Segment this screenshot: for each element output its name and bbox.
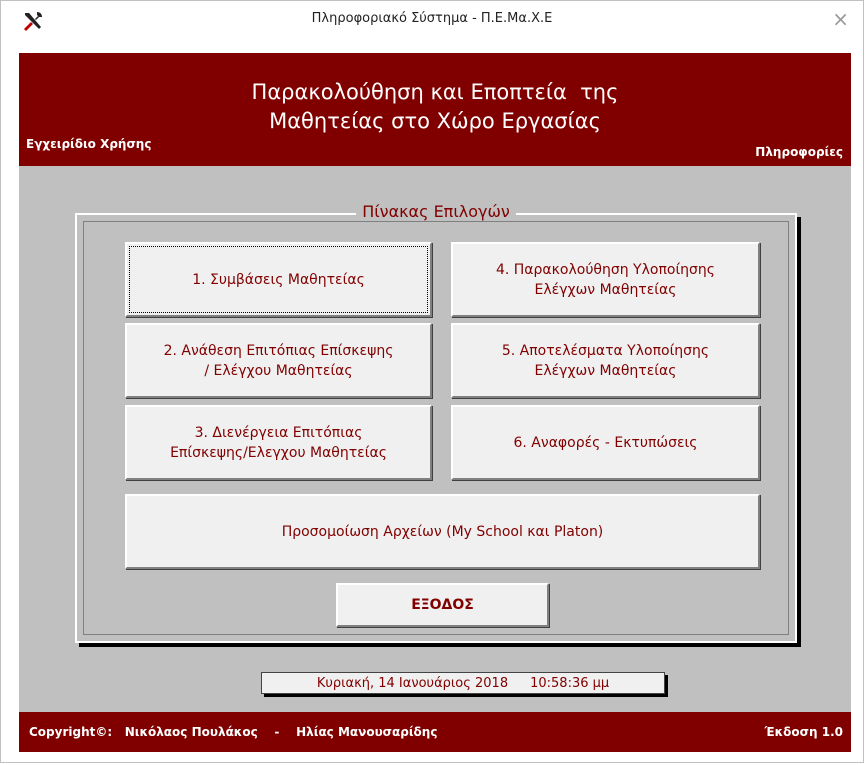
copyright-info: Copyright©: Νικόλαος Πουλάκος - Ηλίας Μα… <box>29 725 437 739</box>
conduct-visit-button[interactable]: 3. Διενέργεια Επιτόπιας Επίσκεψης/Ελεγχο… <box>125 405 432 480</box>
implementation-results-line2: Ελέγχων Μαθητείας <box>534 362 677 379</box>
date-time-status: Κυριακή, 14 Ιανουάριος 2018 10:58:36 μμ <box>261 672 665 694</box>
app-window: Πληροφοριακό Σύστημα - Π.Ε.Μα.Χ.Ε × Παρα… <box>0 0 864 763</box>
window-title: Πληροφοριακό Σύστημα - Π.Ε.Μα.Χ.Ε <box>311 11 553 26</box>
conduct-visit-line2: Επίσκεψης/Ελεγχου Μαθητείας <box>170 444 387 461</box>
copyright-label: Copyright©: <box>29 725 113 739</box>
implementation-results-line1: 5. Αποτελέσματα Υλοποίησης <box>501 342 710 359</box>
file-simulation-button-label: Προσομοίωση Αρχείων (My School και Plato… <box>281 523 604 540</box>
info-link[interactable]: Πληροφορίες <box>755 145 843 159</box>
exit-button-label: ΕΞΟΔΟΣ <box>411 597 474 613</box>
file-simulation-button[interactable]: Προσομοίωση Αρχείων (My School και Plato… <box>125 494 760 569</box>
author2: Ηλίας Μανουσαρίδης <box>296 725 438 739</box>
assign-visit-line2: / Ελέγχου Μαθητείας <box>204 362 353 379</box>
status-time: 10:58:36 μμ <box>530 676 610 691</box>
version-label: Έκδοση 1.0 <box>764 725 844 739</box>
footer-bar: Copyright©: Νικόλαος Πουλάκος - Ηλίας Μα… <box>19 712 851 752</box>
contracts-button[interactable]: 1. Συμβάσεις Μαθητείας <box>125 242 432 317</box>
implementation-results-button-text: 5. Αποτελέσματα Υλοποίησης Ελέγχων Μαθητ… <box>502 341 709 381</box>
author-separator: - <box>274 725 280 739</box>
implementation-results-button[interactable]: 5. Αποτελέσματα Υλοποίησης Ελέγχων Μαθητ… <box>451 323 760 398</box>
title-bar: Πληροφοριακό Σύστημα - Π.Ε.Μα.Χ.Ε × <box>1 1 863 39</box>
assign-visit-line1: 2. Ανάθεση Επιτόπιας Επίσκεψης <box>163 342 394 359</box>
monitor-implementation-button-text: 4. Παρακολούθηση Υλοποίησης Ελέγχων Μαθη… <box>496 260 715 300</box>
monitor-implementation-button[interactable]: 4. Παρακολούθηση Υλοποίησης Ελέγχων Μαθη… <box>451 242 760 317</box>
monitor-implementation-line2: Ελέγχων Μαθητείας <box>534 281 677 298</box>
user-manual-link[interactable]: Εγχειρίδιο Χρήσης <box>26 137 151 151</box>
assign-visit-button[interactable]: 2. Ανάθεση Επιτόπιας Επίσκεψης / Ελέγχου… <box>125 323 432 398</box>
conduct-visit-line1: 3. Διενέργεια Επιτόπιας <box>194 424 363 441</box>
author1: Νικόλαος Πουλάκος <box>124 725 258 739</box>
header-title-line1: Παρακολούθηση και Εποπτεία της <box>251 80 619 104</box>
main-area: Πίνακας Επιλογών 1. Συμβάσεις Μαθητείας … <box>19 166 851 712</box>
close-icon[interactable]: × <box>832 7 849 31</box>
header-title: Παρακολούθηση και Εποπτεία της Μαθητείας… <box>19 78 851 136</box>
reports-button-label: 6. Αναφορές - Εκτυπώσεις <box>513 434 698 451</box>
assign-visit-button-text: 2. Ανάθεση Επιτόπιας Επίσκεψης / Ελέγχου… <box>164 341 394 381</box>
header-title-line2: Μαθητείας στο Χώρο Εργασίας <box>269 109 601 133</box>
options-panel-legend: Πίνακας Επιλογών <box>77 202 795 221</box>
exit-button[interactable]: ΕΞΟΔΟΣ <box>336 583 549 627</box>
reports-button[interactable]: 6. Αναφορές - Εκτυπώσεις <box>451 405 760 480</box>
monitor-implementation-line1: 4. Παρακολούθηση Υλοποίησης <box>495 261 716 278</box>
options-panel-title: Πίνακας Επιλογών <box>356 202 516 221</box>
status-date: Κυριακή, 14 Ιανουάριος 2018 <box>316 676 509 691</box>
header-banner: Παρακολούθηση και Εποπτεία της Μαθητείας… <box>19 53 851 166</box>
conduct-visit-button-text: 3. Διενέργεια Επιτόπιας Επίσκεψης/Ελεγχο… <box>170 423 387 463</box>
contracts-button-label: 1. Συμβάσεις Μαθητείας <box>192 271 365 288</box>
